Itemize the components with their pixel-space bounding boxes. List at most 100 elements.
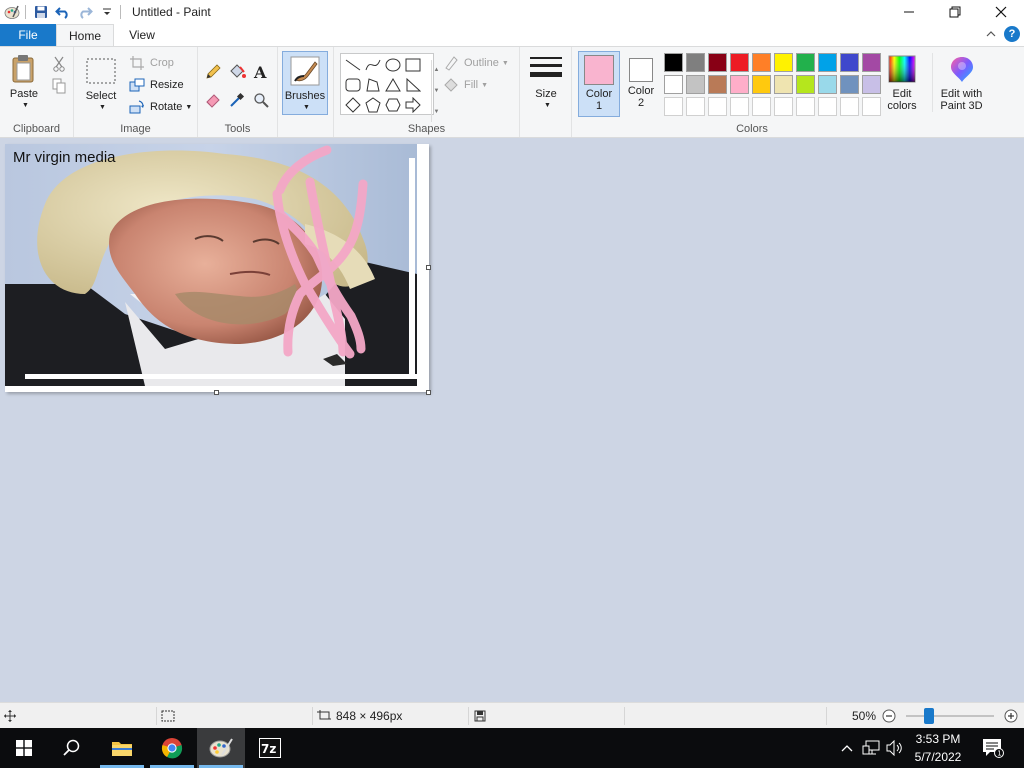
right-triangle-shape-icon[interactable]	[403, 75, 423, 95]
canvas-workspace[interactable]: Mr virgin media	[0, 138, 1024, 702]
palette-swatch[interactable]	[664, 53, 683, 72]
triangle-shape-icon[interactable]	[383, 75, 403, 95]
palette-swatch[interactable]	[818, 75, 837, 94]
paste-button[interactable]: Paste ▼	[4, 53, 44, 112]
pentagon-shape-icon[interactable]	[363, 95, 383, 115]
oval-shape-icon[interactable]	[383, 55, 403, 75]
show-hidden-icons-button[interactable]	[838, 728, 856, 768]
more-shapes-icon[interactable]: ▼	[434, 109, 440, 115]
line-shape-icon[interactable]	[343, 55, 363, 75]
custom-color-slot[interactable]	[840, 97, 859, 116]
palette-swatch[interactable]	[774, 75, 793, 94]
color-picker-icon[interactable]	[226, 89, 248, 111]
palette-swatch[interactable]	[752, 53, 771, 72]
select-button[interactable]: Select ▼	[80, 55, 122, 114]
shapes-scrollbar[interactable]: ▲ ▼ ▼	[431, 60, 441, 122]
rounded-rectangle-shape-icon[interactable]	[343, 75, 363, 95]
polygon-shape-icon[interactable]	[363, 75, 383, 95]
custom-color-slot[interactable]	[730, 97, 749, 116]
zoom-in-button[interactable]	[1004, 703, 1018, 729]
text-tool-icon[interactable]: A	[250, 61, 272, 83]
zoom-slider-thumb[interactable]	[924, 708, 934, 724]
palette-swatch[interactable]	[708, 75, 727, 94]
volume-button[interactable]	[884, 728, 906, 768]
search-button[interactable]	[48, 728, 96, 768]
pencil-icon[interactable]	[202, 61, 224, 83]
palette-swatch[interactable]	[796, 75, 815, 94]
system-clock[interactable]: 3:53 PM 5/7/2022	[908, 730, 968, 766]
network-button[interactable]	[860, 728, 882, 768]
action-center-button[interactable]: 1	[978, 728, 1008, 768]
palette-swatch[interactable]	[796, 53, 815, 72]
save-icon[interactable]	[31, 2, 51, 22]
palette-swatch[interactable]	[686, 75, 705, 94]
brushes-button[interactable]: Brushes ▼	[282, 51, 328, 115]
taskbar-7zip[interactable]: 7z	[246, 728, 294, 768]
edit-colors-button[interactable]: Edit colors	[880, 53, 924, 112]
scroll-down-icon[interactable]: ▼	[434, 88, 440, 94]
paint-app-icon[interactable]	[2, 2, 22, 22]
custom-color-slot[interactable]	[664, 97, 683, 116]
fill-bucket-icon[interactable]	[226, 61, 248, 83]
undo-icon[interactable]	[53, 2, 73, 22]
resize-handle-corner[interactable]	[426, 390, 431, 395]
palette-swatch[interactable]	[686, 53, 705, 72]
rectangle-shape-icon[interactable]	[403, 55, 423, 75]
hexagon-shape-icon[interactable]	[383, 95, 403, 115]
customize-quick-access-icon[interactable]	[97, 2, 117, 22]
palette-swatch[interactable]	[818, 53, 837, 72]
outline-button[interactable]: Outline ▼	[442, 53, 509, 73]
custom-color-slot[interactable]	[752, 97, 771, 116]
palette-swatch[interactable]	[664, 75, 683, 94]
size-button[interactable]: Size ▼	[526, 53, 566, 112]
collapse-ribbon-icon[interactable]	[986, 27, 996, 41]
help-icon[interactable]: ?	[1004, 26, 1020, 42]
tab-file[interactable]: File	[0, 24, 56, 46]
zoom-slider-track[interactable]	[906, 715, 994, 717]
edit-with-paint3d-button[interactable]: Edit with Paint 3D	[932, 53, 988, 112]
resize-handle-right[interactable]	[426, 265, 431, 270]
restore-button[interactable]	[932, 0, 978, 24]
palette-swatch[interactable]	[774, 53, 793, 72]
minimize-button[interactable]	[886, 0, 932, 24]
custom-color-slot[interactable]	[686, 97, 705, 116]
taskbar-paint[interactable]	[197, 728, 245, 768]
eraser-icon[interactable]	[202, 89, 224, 111]
custom-color-slot[interactable]	[862, 97, 881, 116]
resize-button[interactable]: Resize	[128, 75, 184, 95]
right-arrow-shape-icon[interactable]	[403, 95, 423, 115]
tab-view[interactable]: View	[118, 24, 166, 46]
close-button[interactable]	[978, 0, 1024, 24]
rotate-button[interactable]: Rotate ▼	[128, 97, 192, 117]
color1-button[interactable]: Color 1	[578, 51, 620, 117]
palette-swatch[interactable]	[730, 75, 749, 94]
tab-home[interactable]: Home	[56, 24, 114, 46]
custom-color-slot[interactable]	[708, 97, 727, 116]
diamond-shape-icon[interactable]	[343, 95, 363, 115]
resize-handle-bottom[interactable]	[214, 390, 219, 395]
palette-swatch[interactable]	[752, 75, 771, 94]
scroll-up-icon[interactable]: ▲	[434, 67, 440, 73]
crop-button[interactable]: Crop	[128, 53, 174, 73]
palette-swatch[interactable]	[862, 75, 881, 94]
taskbar-file-explorer[interactable]	[98, 728, 146, 768]
palette-swatch[interactable]	[840, 53, 859, 72]
custom-color-slot[interactable]	[796, 97, 815, 116]
magnifier-icon[interactable]	[250, 89, 272, 111]
redo-icon[interactable]	[75, 2, 95, 22]
palette-swatch[interactable]	[840, 75, 859, 94]
copy-icon[interactable]	[48, 75, 70, 97]
taskbar-chrome[interactable]	[148, 728, 196, 768]
color2-button[interactable]: Color 2	[622, 54, 660, 109]
curve-shape-icon[interactable]	[363, 55, 383, 75]
custom-color-slot[interactable]	[818, 97, 837, 116]
fill-button[interactable]: Fill ▼	[442, 75, 488, 95]
custom-color-slot[interactable]	[774, 97, 793, 116]
start-button[interactable]	[0, 728, 48, 768]
drawing-canvas[interactable]: Mr virgin media	[5, 144, 429, 392]
palette-swatch[interactable]	[862, 53, 881, 72]
palette-swatch[interactable]	[730, 53, 749, 72]
palette-swatch[interactable]	[708, 53, 727, 72]
zoom-out-button[interactable]	[882, 703, 896, 729]
cut-icon[interactable]	[48, 53, 70, 75]
